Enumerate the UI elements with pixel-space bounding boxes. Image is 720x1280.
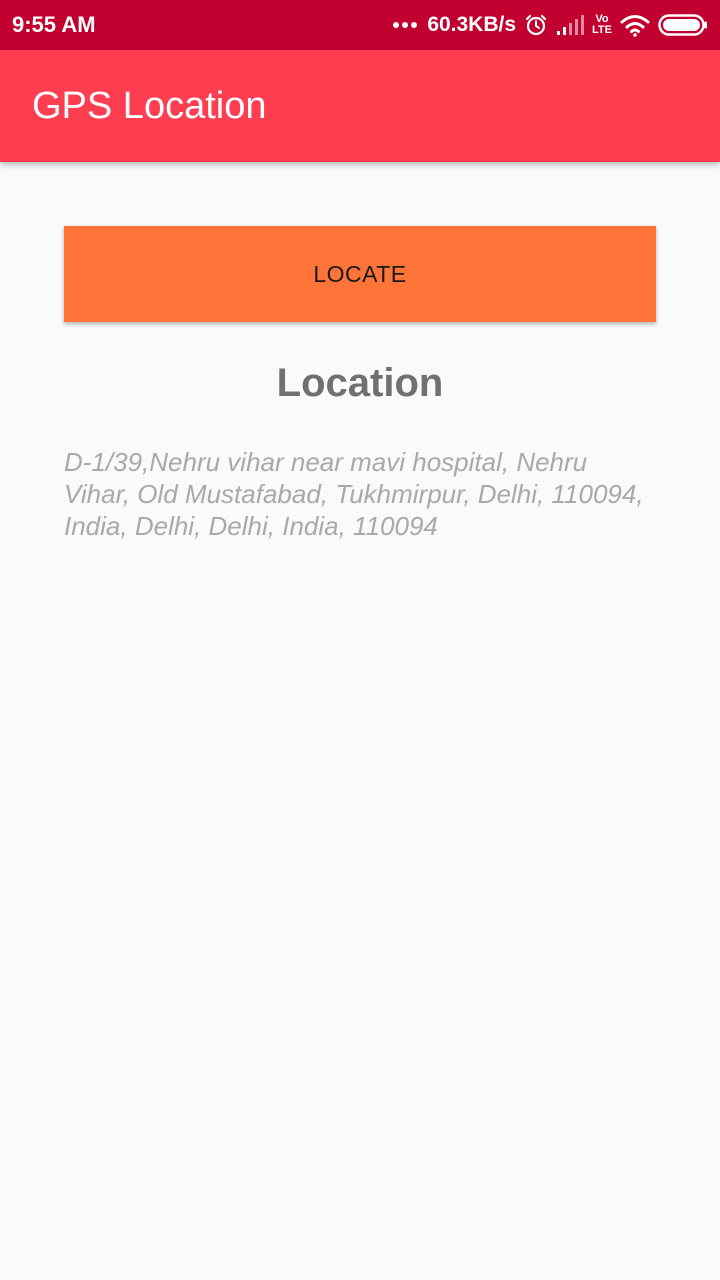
alarm-icon xyxy=(525,14,547,36)
app-title: GPS Location xyxy=(32,85,267,127)
locate-button[interactable]: LOCATE xyxy=(64,226,656,322)
main-content: LOCATE Location D-1/39,Nehru vihar near … xyxy=(0,162,720,1280)
app-bar: GPS Location xyxy=(0,50,720,162)
signal-icon xyxy=(557,15,585,35)
location-heading: Location xyxy=(276,361,444,405)
wifi-icon xyxy=(620,15,650,37)
status-time: 9:55 AM xyxy=(12,12,96,37)
network-speed: 60.3KB/s xyxy=(427,13,517,36)
status-bar: 9:55 AM 60.3KB/s Vo LTE xyxy=(0,0,720,50)
status-icons: 60.3KB/s Vo LTE xyxy=(393,8,708,42)
battery-icon xyxy=(658,14,707,36)
address-text: D-1/39,Nehru vihar near mavi hospital, N… xyxy=(64,447,644,541)
volte-icon: Vo LTE xyxy=(592,14,612,36)
more-dots-icon xyxy=(393,22,418,28)
volte-label-bottom: LTE xyxy=(592,24,612,36)
